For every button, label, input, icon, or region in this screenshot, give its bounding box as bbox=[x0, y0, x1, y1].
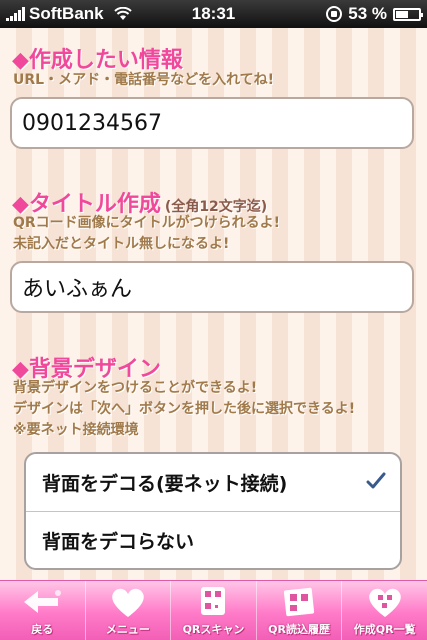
option-label: 背面をデコらない bbox=[42, 530, 195, 553]
background-options-list: 背面をデコる(要ネット接続) 背面をデコらない bbox=[24, 452, 402, 570]
battery-percent: 53 % bbox=[348, 4, 387, 23]
history-icon bbox=[283, 587, 315, 617]
info-section-hint: URL・メアド・電話番号などを入れてね! bbox=[13, 72, 275, 88]
background-section-hint-2: デザインは「次へ」ボタンを押した後に選択できるよ! bbox=[13, 401, 356, 417]
status-right: 53 % bbox=[326, 4, 423, 24]
title-section-hint-2: 未記入だとタイトル無しになるよ! bbox=[13, 236, 230, 252]
title-input-value: あいふぁん bbox=[22, 277, 133, 302]
tab-bar: 戻る メニュー QRスキャン QR読込履歴 作成QR一覧 bbox=[0, 580, 427, 640]
background-section-hint-1: 背景デザインをつけることができるよ! bbox=[13, 380, 258, 396]
tab-qr-scan[interactable]: QRスキャン bbox=[171, 581, 257, 640]
tab-menu-label: メニュー bbox=[105, 623, 150, 636]
heart-icon bbox=[112, 588, 144, 617]
status-bar: SoftBank 18:31 53 % bbox=[0, 0, 427, 28]
option-label: 背面をデコる(要ネット接続) bbox=[42, 473, 288, 495]
tab-scan-history[interactable]: QR読込履歴 bbox=[257, 581, 343, 640]
rotation-lock-icon bbox=[326, 6, 343, 22]
battery-icon bbox=[393, 7, 423, 21]
title-input[interactable]: あいふぁん bbox=[10, 261, 414, 313]
title-section-hint-1: QRコード画像にタイトルがつけられるよ! bbox=[13, 215, 281, 231]
back-arrow-icon bbox=[24, 590, 62, 613]
option-no-decoration[interactable]: 背面をデコらない bbox=[26, 511, 400, 568]
tab-created-qr-list[interactable]: 作成QR一覧 bbox=[342, 581, 427, 640]
info-input[interactable]: 0901234567 bbox=[10, 97, 414, 149]
battery-fill bbox=[396, 10, 408, 18]
tab-scan-history-label: QR読込履歴 bbox=[268, 623, 330, 636]
tab-back-label: 戻る bbox=[31, 623, 54, 636]
qr-heart-list-icon bbox=[368, 588, 401, 617]
tab-qr-scan-label: QRスキャン bbox=[182, 623, 245, 636]
info-input-value: 0901234567 bbox=[22, 110, 162, 136]
tab-back[interactable]: 戻る bbox=[0, 581, 86, 640]
option-decorate-background[interactable]: 背面をデコる(要ネット接続) bbox=[26, 454, 400, 511]
tab-menu[interactable]: メニュー bbox=[86, 581, 172, 640]
checkmark-icon bbox=[366, 472, 386, 489]
tab-created-qr-list-label: 作成QR一覧 bbox=[353, 623, 416, 636]
qr-scan-icon bbox=[201, 587, 226, 615]
background-section-hint-3: ※要ネット接続環境 bbox=[13, 422, 139, 438]
